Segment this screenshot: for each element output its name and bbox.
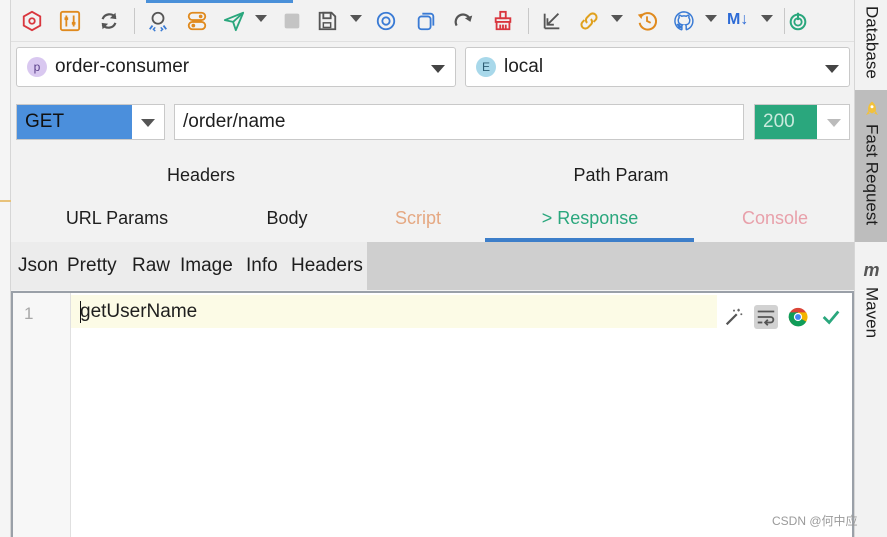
save-dropdown-arrow[interactable] (350, 15, 362, 22)
line-gutter: 1 (13, 293, 71, 537)
sidebar-item-maven[interactable]: m Maven (855, 258, 887, 342)
response-content[interactable]: getUserName (80, 301, 197, 323)
check-icon (819, 305, 843, 329)
toggle-icon[interactable] (185, 9, 209, 33)
toolbar: M↓ (11, 0, 854, 42)
sidebar-item-fast-request[interactable]: Fast Request (855, 90, 887, 242)
toolbar-separator (134, 8, 135, 34)
sidebar-item-label: Fast Request (862, 124, 882, 226)
target-icon[interactable] (374, 9, 398, 33)
method-value: GET (17, 105, 132, 139)
sliders-icon[interactable] (58, 9, 82, 33)
sidebar-item-database[interactable]: Database (855, 2, 887, 86)
toolbar-separator (784, 8, 785, 34)
broom-icon[interactable] (491, 9, 515, 33)
send-icon[interactable] (222, 9, 246, 33)
maven-icon: m (863, 260, 880, 280)
tab-body[interactable]: Body (252, 208, 322, 229)
tab-headers[interactable]: Headers (146, 165, 256, 186)
import-icon[interactable] (540, 9, 564, 33)
link-icon[interactable] (577, 9, 601, 33)
status-select[interactable]: 200 (754, 104, 850, 140)
project-select[interactable]: p order-consumer (16, 47, 456, 87)
subtab-json[interactable]: Json (18, 255, 58, 277)
markdown-dropdown-arrow[interactable] (761, 15, 773, 22)
magic-wand-icon[interactable] (722, 305, 746, 329)
save-icon[interactable] (315, 9, 339, 33)
redo-icon[interactable] (452, 9, 476, 33)
subtab-headers[interactable]: Headers (291, 255, 363, 277)
status-dropdown[interactable] (817, 105, 849, 139)
send-dropdown-arrow[interactable] (255, 15, 267, 22)
hexagon-icon[interactable] (20, 9, 44, 33)
watermark: CSDN @何中应 (772, 514, 858, 528)
rocket-icon (863, 100, 881, 118)
subtab-group: Json Pretty Raw Image Info Headers (11, 242, 367, 290)
project-badge: p (27, 57, 47, 77)
chevron-down-icon (431, 65, 445, 73)
status-code: 200 (755, 105, 817, 139)
chevron-down-icon (827, 119, 841, 127)
url-input[interactable]: /order/name (174, 104, 744, 140)
chevron-down-icon (825, 65, 839, 73)
line-number: 1 (24, 304, 34, 323)
tab-url-params[interactable]: URL Params (52, 208, 182, 229)
text-cursor (80, 301, 81, 323)
right-sidebar: Database Fast Request m Maven (854, 0, 887, 537)
app-window: M↓ p order-consumer E local GET /order/n… (0, 0, 887, 537)
power-icon[interactable] (786, 9, 810, 33)
markdown-icon[interactable]: M↓ (727, 11, 748, 29)
response-subtabs: Json Pretty Raw Image Info Headers (11, 242, 854, 290)
edge-marker (0, 200, 11, 202)
github-dropdown-arrow[interactable] (705, 15, 717, 22)
env-select[interactable]: E local (465, 47, 850, 87)
toolbar-active-indicator (146, 0, 293, 3)
subtab-pretty[interactable]: Pretty (67, 255, 117, 277)
env-badge: E (476, 57, 496, 77)
left-edge-strip (0, 0, 11, 537)
tab-console[interactable]: Console (730, 208, 820, 229)
stop-icon[interactable] (280, 9, 304, 33)
refresh-icon[interactable] (97, 9, 121, 33)
sidebar-item-label: Maven (862, 287, 882, 339)
method-select[interactable]: GET (16, 104, 165, 140)
subtab-info[interactable]: Info (246, 255, 278, 277)
chevron-down-icon (141, 119, 155, 127)
env-select-value: local (504, 56, 544, 77)
api-search-icon[interactable] (146, 9, 170, 33)
sidebar-item-label: Database (862, 6, 882, 79)
tab-response[interactable]: > Response (520, 208, 660, 229)
subtab-raw[interactable]: Raw (132, 255, 170, 277)
copy-icon[interactable] (414, 9, 438, 33)
chrome-icon[interactable] (786, 305, 810, 329)
toolbar-separator (528, 8, 529, 34)
response-editor[interactable]: 1 getUserName (11, 291, 854, 537)
tab-path-param[interactable]: Path Param (556, 165, 686, 186)
history-icon[interactable] (635, 9, 659, 33)
tab-script[interactable]: Script (383, 208, 453, 229)
soft-wrap-icon[interactable] (754, 305, 778, 329)
method-dropdown[interactable] (132, 105, 164, 139)
project-select-value: order-consumer (55, 56, 190, 77)
github-icon[interactable] (672, 9, 696, 33)
subtab-image[interactable]: Image (180, 255, 233, 277)
link-dropdown-arrow[interactable] (611, 15, 623, 22)
